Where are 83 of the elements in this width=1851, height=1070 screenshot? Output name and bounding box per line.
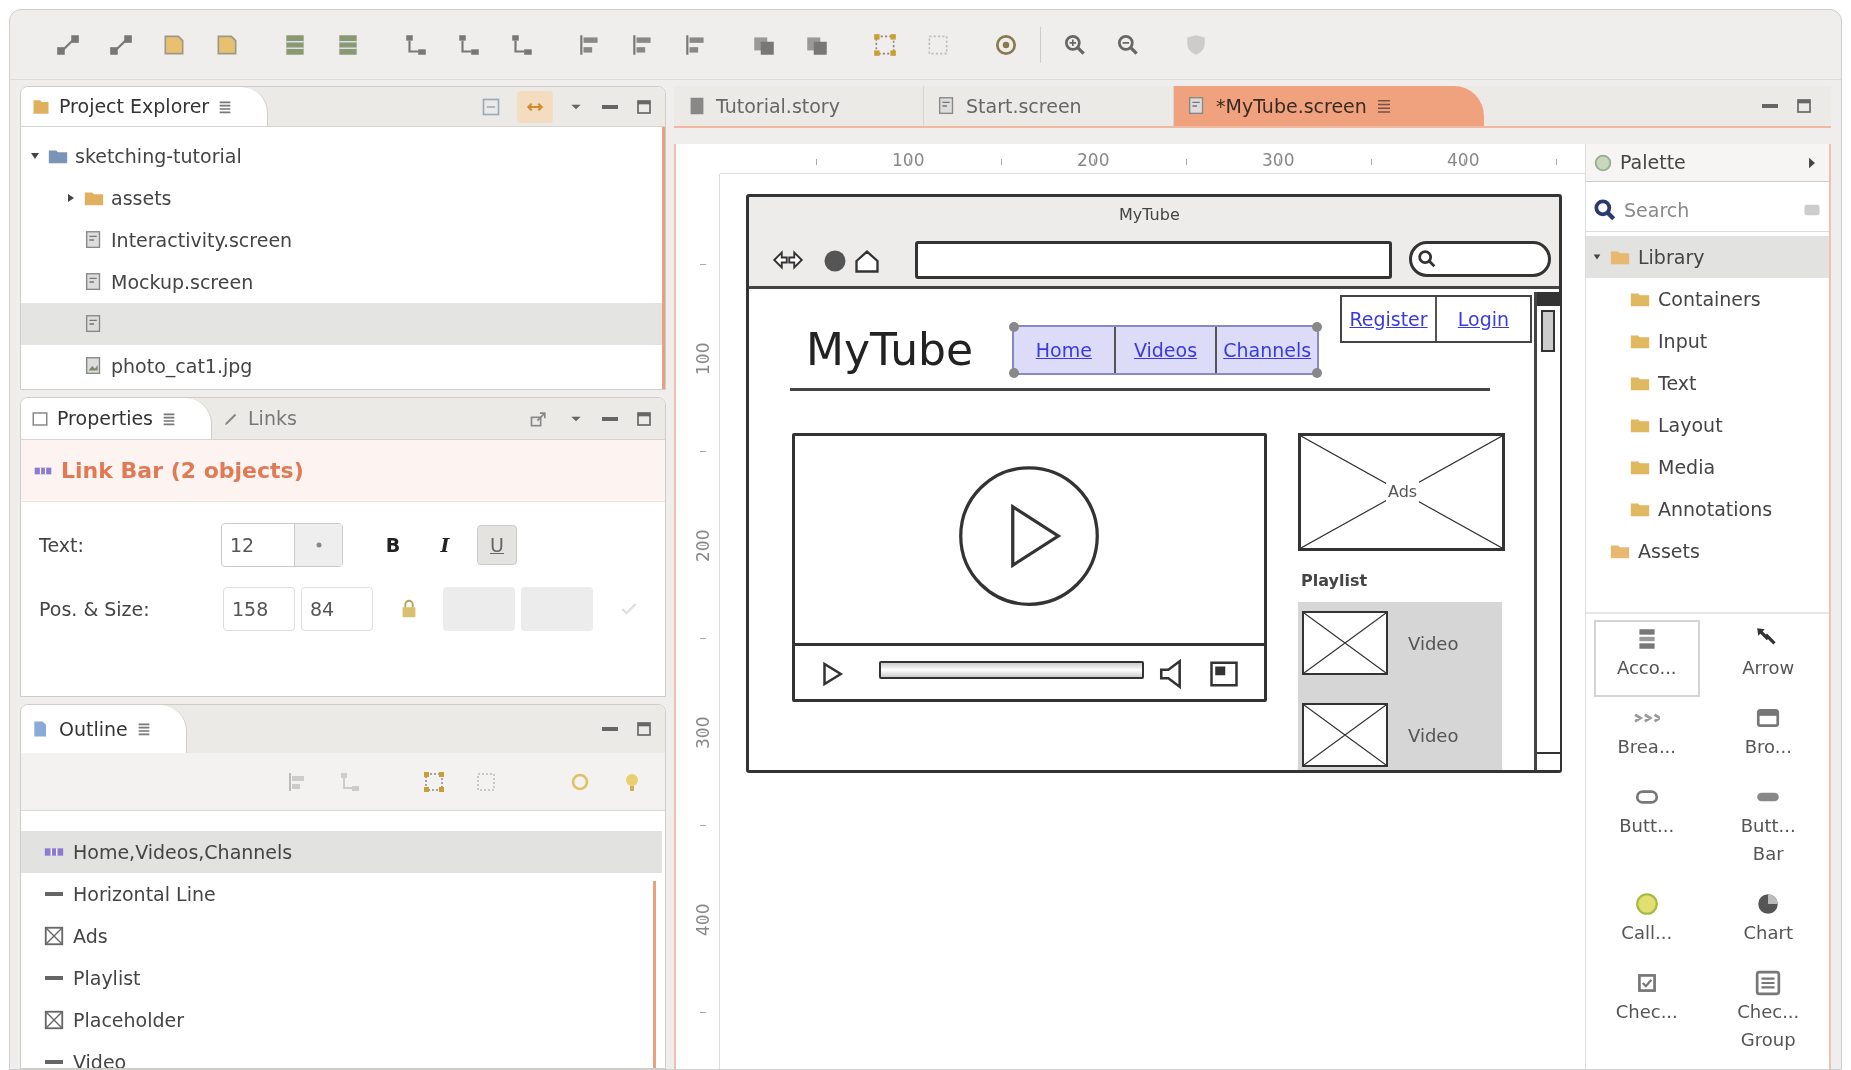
ruler-label: 200 bbox=[692, 528, 715, 564]
ruler-label: 100 bbox=[692, 341, 715, 377]
panel-tab[interactable]: Project Explorer bbox=[21, 87, 269, 126]
ruler-label: 300 bbox=[1262, 149, 1295, 172]
tree-item[interactable]: sketching-tutorial bbox=[21, 135, 662, 177]
palette-tool[interactable]: Chec... bbox=[1594, 964, 1700, 1069]
ruler-label: 100 bbox=[892, 149, 925, 172]
font-size-combo[interactable]: 12 bbox=[221, 523, 343, 567]
selection-title: Link Bar (2 objects) bbox=[61, 457, 304, 485]
tree-item[interactable]: assets bbox=[21, 177, 662, 219]
tree-item[interactable]: photo_cat1.jpg bbox=[21, 345, 662, 387]
format-button[interactable]: B bbox=[373, 525, 413, 565]
palette-tool[interactable]: Chec... Group bbox=[1715, 964, 1821, 1069]
selection-handle[interactable] bbox=[1009, 368, 1019, 378]
link-editor-button[interactable] bbox=[517, 90, 553, 123]
video-title: Video bbox=[1408, 631, 1459, 656]
palette-tool[interactable]: Arrow bbox=[1715, 620, 1821, 697]
ruler-label: 400 bbox=[692, 902, 715, 938]
maximize-icon bbox=[636, 721, 652, 737]
tree-item[interactable]: Interactivity.screen bbox=[21, 219, 662, 261]
field-label: Pos. & Size: bbox=[39, 596, 151, 622]
palette-tool[interactable]: Acco... bbox=[1594, 620, 1700, 697]
mockup-window-title: MyTube bbox=[1119, 204, 1180, 226]
fullscreen-icon bbox=[1207, 659, 1241, 689]
collapse-icon bbox=[481, 96, 501, 117]
y-field[interactable]: 84 bbox=[301, 587, 373, 631]
ruler-label: 400 bbox=[1447, 149, 1480, 172]
selection-handle[interactable] bbox=[1312, 322, 1322, 332]
palette-tool[interactable]: Butt... bbox=[1594, 778, 1700, 883]
panel-tab[interactable]: Outline bbox=[21, 705, 187, 753]
palette-category[interactable]: Annotations bbox=[1586, 488, 1829, 530]
placeholder-icon bbox=[43, 1009, 65, 1031]
maximize-icon bbox=[1796, 98, 1812, 114]
panel-tab[interactable]: Links bbox=[212, 398, 307, 439]
palette-category[interactable]: Text bbox=[1586, 362, 1829, 404]
palette-tool[interactable]: Brea... bbox=[1594, 699, 1700, 776]
group-icon bbox=[422, 769, 446, 794]
video-title: Video bbox=[1408, 723, 1459, 748]
search-icon bbox=[1416, 248, 1438, 270]
maximize-icon bbox=[636, 98, 652, 115]
format-button[interactable]: U bbox=[477, 525, 517, 565]
playlist-title: Playlist bbox=[1301, 570, 1368, 592]
callout-icon bbox=[1633, 891, 1660, 917]
x-field[interactable]: 158 bbox=[223, 587, 295, 631]
properties-icon bbox=[31, 409, 49, 428]
field-label: Text: bbox=[39, 532, 85, 558]
minimize-icon bbox=[602, 104, 618, 109]
minimize-icon bbox=[602, 416, 618, 421]
palette-title: Palette bbox=[1620, 150, 1687, 176]
palette-category[interactable]: Layout bbox=[1586, 404, 1829, 446]
panel-tab[interactable]: Properties bbox=[21, 398, 213, 439]
outline-item[interactable]: Horizontal Line bbox=[21, 873, 662, 915]
minimize-icon bbox=[602, 727, 618, 731]
maximize-icon bbox=[636, 410, 652, 427]
outline-item[interactable]: Playlist bbox=[21, 957, 662, 999]
format-button[interactable]: I bbox=[425, 525, 465, 565]
checkbox-group-icon bbox=[1755, 970, 1782, 996]
palette-tool[interactable]: Bro... bbox=[1715, 699, 1821, 776]
palette-tool[interactable]: Call... bbox=[1594, 885, 1700, 962]
palette-category[interactable]: Assets bbox=[1586, 530, 1829, 572]
minimize-icon bbox=[1762, 104, 1778, 108]
selection-handle[interactable] bbox=[1312, 368, 1322, 378]
palette-category[interactable]: Containers bbox=[1586, 278, 1829, 320]
palette-tool[interactable]: Butt... Bar bbox=[1715, 778, 1821, 883]
palette-category[interactable]: Input bbox=[1586, 320, 1829, 362]
editor-tab[interactable]: Tutorial.story bbox=[674, 86, 924, 126]
selection-handle[interactable] bbox=[1009, 322, 1019, 332]
mockup-heading: MyTube bbox=[806, 323, 974, 377]
palette-tool[interactable]: Chart bbox=[1715, 885, 1821, 962]
ruler-label: 200 bbox=[1077, 149, 1110, 172]
palette-category[interactable]: Library bbox=[1586, 236, 1829, 278]
group-icon bbox=[872, 31, 898, 58]
ruler-label: 300 bbox=[692, 715, 715, 751]
scrollbar[interactable] bbox=[1534, 292, 1560, 770]
palette-category[interactable]: Media bbox=[1586, 446, 1829, 488]
expanded-arrow-icon bbox=[1592, 252, 1602, 262]
outline-item[interactable]: Placeholder bbox=[21, 999, 662, 1041]
editor-tab[interactable]: *MyTube.screen bbox=[1174, 86, 1484, 126]
outline-item[interactable]: Ads bbox=[21, 915, 662, 957]
search-icon bbox=[1592, 196, 1618, 223]
placeholder-icon bbox=[43, 925, 65, 947]
tree-item[interactable]: Mockup.screen bbox=[21, 261, 662, 303]
outline-item[interactable]: Home,Videos,Channels bbox=[21, 831, 662, 873]
